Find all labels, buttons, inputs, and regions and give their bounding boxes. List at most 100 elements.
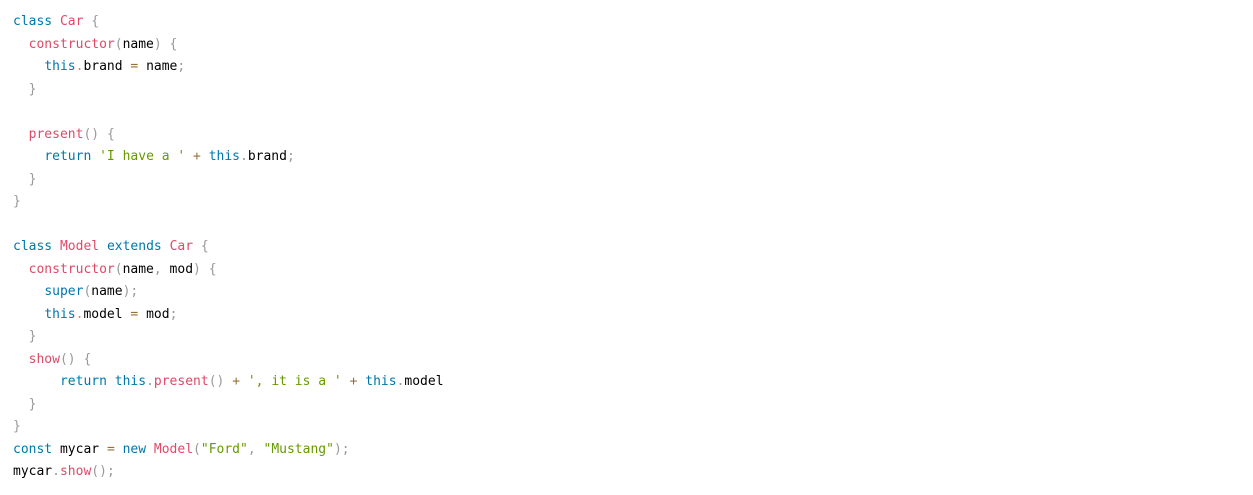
- code-line: show() {: [13, 349, 1253, 372]
- code-token: (: [114, 36, 123, 52]
- code-token: ;: [130, 284, 139, 299]
- code-line: }: [13, 416, 1253, 439]
- code-token: (): [91, 464, 107, 479]
- code-token: return: [44, 149, 92, 164]
- code-token: this: [208, 149, 240, 164]
- code-line: return this.present() + ', it is a ' + t…: [13, 371, 1253, 394]
- code-token: (): [59, 351, 76, 367]
- code-token: .: [240, 149, 248, 164]
- code-line: present() {: [13, 124, 1253, 147]
- code-line: super(name);: [13, 281, 1253, 304]
- code-token: this: [44, 306, 76, 322]
- code-token: present: [153, 374, 209, 389]
- code-token: brand: [247, 149, 287, 164]
- code-token: class: [13, 14, 53, 29]
- code-token: ', it is a ': [247, 374, 342, 389]
- code-token: show: [59, 464, 92, 479]
- code-token: mycar: [52, 441, 107, 457]
- code-token: }: [28, 171, 37, 187]
- code-token: constructor: [28, 36, 115, 52]
- code-token: (): [83, 126, 100, 142]
- code-line: ​: [13, 101, 1253, 124]
- code-token: ): [153, 36, 162, 52]
- code-token: +: [232, 374, 241, 389]
- code-token: }: [28, 81, 37, 97]
- code-token: "Mustang": [263, 441, 334, 457]
- code-token: name: [91, 284, 123, 299]
- code-token: ;: [169, 306, 178, 322]
- code-token: this: [365, 374, 397, 389]
- code-token: ,: [247, 441, 256, 457]
- code-token: {: [200, 239, 209, 254]
- code-token: name: [122, 36, 154, 52]
- code-token: this: [114, 374, 147, 389]
- code-token: 'I have a ': [99, 149, 186, 164]
- code-line: mycar.show();: [13, 461, 1253, 484]
- code-token: (: [114, 261, 123, 277]
- code-token: }: [13, 194, 21, 209]
- code-token: =: [106, 441, 115, 457]
- code-token: {: [208, 261, 217, 277]
- code-token: ,: [153, 261, 162, 277]
- code-line: class Car {: [13, 11, 1253, 34]
- code-token: Model: [153, 441, 194, 457]
- code-token: Car: [169, 239, 194, 254]
- code-token: ;: [286, 149, 295, 164]
- code-token: model: [83, 306, 131, 322]
- code-token: Car: [59, 14, 84, 29]
- code-line: class Model extends Car {: [13, 236, 1253, 259]
- code-token: ): [193, 261, 201, 277]
- code-line: return 'I have a ' + this.brand;: [13, 146, 1253, 169]
- code-token: {: [106, 126, 115, 142]
- code-line: this.brand = name;: [13, 56, 1253, 79]
- code-token: extends: [106, 239, 162, 254]
- code-line: this.model = mod;: [13, 304, 1253, 327]
- code-line: }: [13, 326, 1253, 349]
- code-token: .: [146, 374, 154, 389]
- code-token: (: [193, 441, 201, 457]
- code-token: .: [52, 464, 60, 479]
- code-line: constructor(name, mod) {: [13, 259, 1253, 282]
- code-token: const: [13, 441, 53, 457]
- code-line: }: [13, 191, 1253, 214]
- code-token: show: [28, 351, 60, 367]
- code-token: mod: [161, 261, 194, 277]
- code-token: }: [28, 396, 37, 412]
- code-block: class Car { constructor(name) { this.bra…: [0, 0, 1253, 495]
- code-token: {: [91, 14, 100, 29]
- code-token: new: [122, 441, 147, 457]
- code-token: "Ford": [200, 441, 248, 457]
- code-line: constructor(name) {: [13, 34, 1253, 57]
- code-token: constructor: [28, 261, 115, 277]
- code-line: }: [13, 394, 1253, 417]
- code-token: Model: [59, 239, 100, 254]
- code-line: }: [13, 169, 1253, 192]
- code-token: ): [333, 441, 342, 457]
- code-line: const mycar = new Model("Ford", "Mustang…: [13, 439, 1253, 462]
- code-token: ;: [106, 464, 115, 479]
- code-line: ​: [13, 214, 1253, 237]
